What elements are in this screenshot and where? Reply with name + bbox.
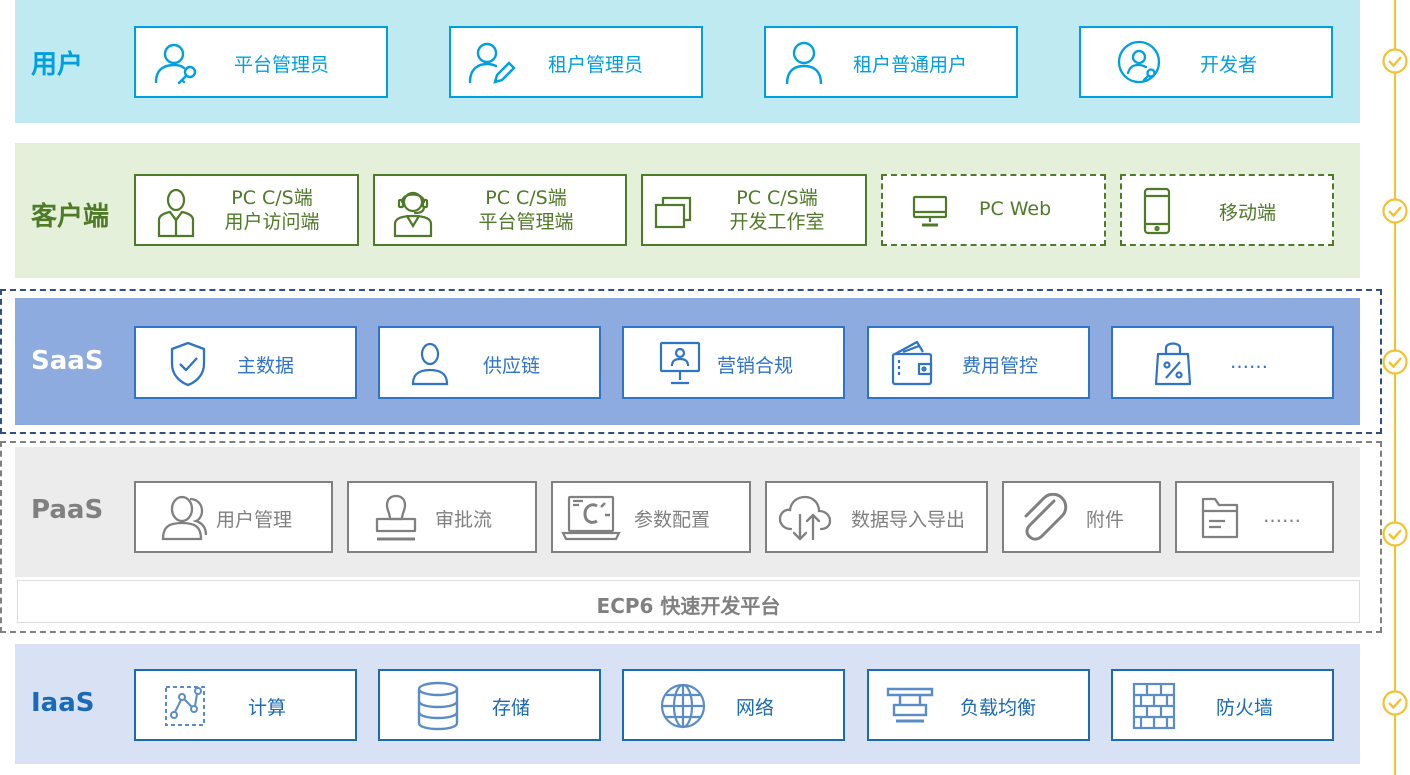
paas-item-label: ……: [1263, 505, 1301, 527]
client-item-label: PC Web: [979, 198, 1052, 220]
support-agent-icon: [393, 191, 433, 238]
paas-item-label: 数据导入导出: [851, 509, 966, 531]
paas-item-label: 审批流: [435, 509, 493, 531]
business-user-icon: [157, 188, 195, 238]
user-item-label: 租户普通用户: [853, 54, 968, 76]
paperclip-icon: [1024, 493, 1068, 541]
shield-check-icon: [170, 341, 206, 387]
paas-data-import-export: 数据导入导出: [765, 481, 988, 553]
brick-wall-icon: [1132, 682, 1176, 730]
saas-layer-title: SaaS: [31, 346, 104, 376]
wallet-icon: [891, 340, 933, 386]
iaas-item-label: 计算: [248, 697, 287, 719]
saas-expense-control: 费用管控: [867, 326, 1090, 399]
user-item-label: 平台管理员: [234, 54, 330, 76]
iaas-layer-title: IaaS: [31, 688, 95, 718]
paas-item-label: 附件: [1086, 509, 1125, 531]
paas-more: ……: [1175, 481, 1334, 553]
saas-item-label: 供应链: [483, 355, 541, 377]
check-circle-icon: [1382, 521, 1408, 547]
client-item-label: 移动端: [1219, 202, 1277, 224]
user-group-icon: [161, 495, 208, 541]
iaas-compute: 计算: [134, 669, 357, 741]
person-icon: [411, 342, 449, 386]
stamp-icon: [375, 494, 417, 541]
client-cs-user: PC C/S端 用户访问端: [134, 174, 359, 246]
user-layer-title: 用户: [31, 50, 84, 80]
client-pc-web: PC Web: [881, 174, 1106, 246]
paas-user-management: 用户管理: [134, 481, 333, 553]
folder-icon: [1201, 497, 1239, 539]
mobile-phone-icon: [1143, 187, 1171, 235]
user-platform-admin: 平台管理员: [134, 26, 388, 98]
client-mobile: 移动端: [1120, 174, 1334, 246]
client-cs-studio: PC C/S端 开发工作室: [641, 174, 867, 246]
iaas-load-balancing: 负载均衡: [867, 669, 1090, 741]
saas-item-label: 费用管控: [962, 355, 1039, 377]
user-tenant-user: 租户普通用户: [764, 26, 1018, 98]
iaas-item-label: 防火墙: [1216, 697, 1274, 719]
user-icon: [785, 41, 823, 85]
user-item-label: 租户管理员: [548, 54, 644, 76]
saas-master-data: 主数据: [134, 326, 357, 399]
check-circle-icon: [1382, 690, 1408, 716]
paas-parameter-config: 参数配置: [551, 481, 751, 553]
check-circle-icon: [1382, 349, 1408, 375]
user-developer: 开发者: [1079, 26, 1333, 98]
globe-icon: [660, 683, 706, 729]
client-item-line1: PC C/S端: [231, 187, 313, 209]
check-circle-icon: [1382, 48, 1408, 74]
user-edit-icon: [468, 42, 516, 84]
saas-supply-chain: 供应链: [378, 326, 601, 399]
timeline-line: [1394, 0, 1396, 775]
iaas-item-label: 存储: [492, 697, 531, 719]
developer-icon: [1117, 40, 1161, 84]
saas-more: ……: [1111, 326, 1334, 399]
shopping-bag-percent-icon: [1154, 342, 1192, 386]
client-item-line2: 用户访问端: [224, 211, 320, 233]
client-item-line1: PC C/S端: [736, 187, 818, 209]
monitor-icon: [912, 195, 948, 227]
paas-attachment: 附件: [1002, 481, 1161, 553]
windows-icon: [654, 196, 692, 229]
saas-marketing-compliance: 营销合规: [622, 326, 845, 399]
saas-item-label: 主数据: [237, 355, 295, 377]
iaas-firewall: 防火墙: [1111, 669, 1334, 741]
paas-layer-title: PaaS: [31, 495, 104, 525]
client-item-line1: PC C/S端: [485, 187, 567, 209]
platform-bar-label: ECP6 快速开发平台: [596, 594, 781, 618]
compute-nodes-icon: [165, 686, 205, 726]
load-balancer-icon: [886, 687, 934, 723]
iaas-item-label: 网络: [736, 697, 775, 719]
user-item-label: 开发者: [1200, 54, 1258, 76]
admin-key-icon: [154, 43, 197, 85]
check-circle-icon: [1382, 198, 1408, 224]
laptop-config-icon: [561, 495, 621, 541]
paas-approval-flow: 审批流: [347, 481, 537, 553]
cloud-transfer-icon: [778, 495, 832, 541]
saas-item-label: ……: [1230, 351, 1268, 373]
database-icon: [417, 681, 459, 731]
client-cs-admin: PC C/S端 平台管理端: [373, 174, 627, 246]
iaas-item-label: 负载均衡: [960, 697, 1037, 719]
paas-item-label: 参数配置: [634, 509, 711, 531]
iaas-storage: 存储: [378, 669, 601, 741]
client-layer-title: 客户端: [31, 202, 110, 232]
paas-item-label: 用户管理: [216, 509, 293, 531]
iaas-network: 网络: [622, 669, 845, 741]
client-item-line2: 平台管理端: [478, 211, 574, 233]
monitor-user-icon: [659, 341, 701, 385]
client-item-line2: 开发工作室: [729, 211, 825, 233]
user-tenant-admin: 租户管理员: [449, 26, 703, 98]
saas-item-label: 营销合规: [717, 355, 794, 377]
